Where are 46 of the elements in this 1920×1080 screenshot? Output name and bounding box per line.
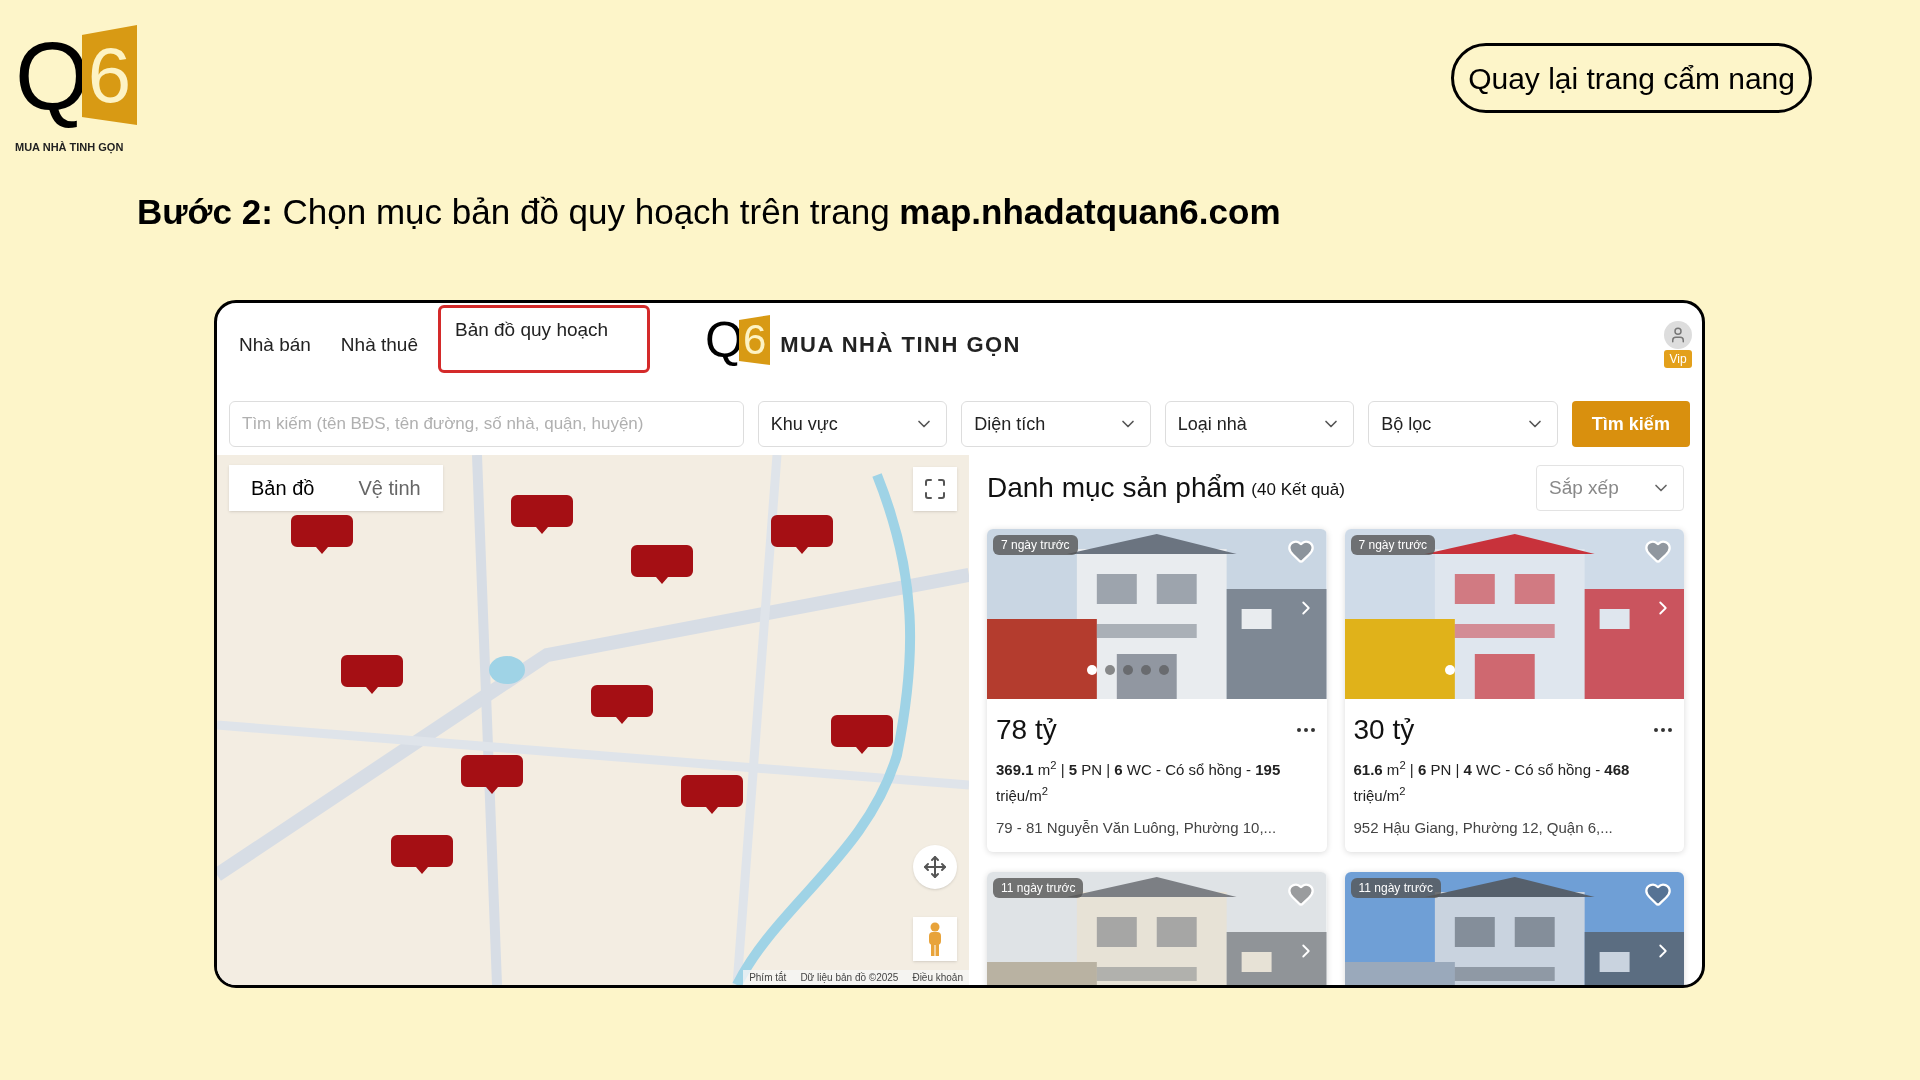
map-footer-link[interactable]: Điều khoản — [912, 970, 963, 985]
nav-tab[interactable]: Bản đồ quy hoạch — [437, 305, 650, 373]
age-badge: 11 ngày trước — [993, 877, 1084, 898]
logo-digit: 6 — [738, 315, 771, 365]
map-type-tab[interactable]: Bản đồ — [229, 465, 337, 511]
filter-dropdown[interactable]: Diện tích — [961, 401, 1151, 447]
age-badge: 7 ngày trước — [1350, 535, 1436, 555]
product-card[interactable]: 7 ngày trước 78 tỷ 369.1 m$^{2}$ | 5 PN | 6 WC - Có sổ hồng - 195 triệu/m$^{2}$ 79 - 81 Nguyễn Văn Luông, Phường 10,... — [987, 529, 1327, 852]
filter-dropdown[interactable]: Khu vực — [757, 401, 948, 447]
address: 952 Hậu Giang, Phường 12, Quận 6,... — [1353, 818, 1614, 838]
logo-tagline: MUA NHÀ TINH GỌN — [780, 330, 1021, 359]
user-icon — [1669, 326, 1687, 344]
fullscreen-icon — [923, 477, 947, 501]
map-type-tab[interactable]: Vệ tinh — [336, 465, 443, 511]
result-count: (40 Kết quả) — [1251, 479, 1345, 502]
section-title: Danh mục sản phẩm — [987, 471, 1246, 505]
product-card[interactable]: 7 ngày trước 30 tỷ 61.6 m$^{2}$ | 6 PN | 4 WC - Có sổ hồng - 468 triệu/m$^{2}$ 952 Hậu Giang, Phường 12, Quận 6,... — [1344, 529, 1684, 852]
map[interactable]: Bản đồ Vệ tinh Phím tắt Dữ liệu bản đồ ©2025 Điều khoản — [217, 455, 969, 985]
search-field[interactable]: Tìm kiếm (tên BĐS, tên đường, số nhà, quận, huyện) — [229, 401, 744, 447]
address: 79 - 81 Nguyễn Văn Luông, Phường 10,... — [996, 818, 1278, 838]
product-card[interactable]: 11 ngày trước — [1344, 871, 1684, 985]
price: 30 tỷ — [1353, 713, 1415, 747]
property-details: 369.1 m$^{2}$ | 5 PN | 6 WC - Có sổ hồng - 195 triệu/m$^{2}$ — [996, 758, 1282, 806]
person-icon — [927, 922, 943, 956]
nav-tab[interactable]: Nhà thuê — [330, 325, 428, 365]
heart-icon[interactable] — [1286, 537, 1315, 565]
logo-tagline: MUA NHÀ TINH GỌN — [15, 140, 124, 156]
price: 78 tỷ — [996, 713, 1057, 747]
property-details: 61.6 m$^{2}$ | 6 PN | 4 WC - Có sổ hồng - 468 triệu/m$^{2}$ — [1353, 758, 1631, 806]
back-button[interactable]: Quay lại trang cẩm nang — [1451, 43, 1812, 113]
filter-dropdown[interactable]: Bộ lọc — [1368, 401, 1558, 447]
instruction-text: Bước 2: Chọn mục bản đồ quy hoạch trên trang map.nhadatquan6.com — [137, 191, 1281, 231]
street-view-button[interactable] — [913, 917, 957, 961]
logo-digit: 6 — [81, 25, 138, 125]
nav-tab[interactable]: Nhà bán — [229, 325, 321, 365]
fullscreen-button[interactable] — [913, 467, 957, 511]
vip-badge: Vip — [1664, 350, 1692, 368]
product-card[interactable]: 11 ngày trước — [987, 871, 1327, 985]
age-badge: 7 ngày trước — [993, 535, 1078, 555]
avatar[interactable] — [1664, 321, 1692, 349]
sort-dropdown[interactable]: Sắp xếp — [1536, 465, 1684, 511]
heart-icon[interactable] — [1644, 537, 1672, 565]
arrows-icon — [923, 855, 947, 879]
filter-dropdown[interactable]: Loại nhà — [1164, 401, 1355, 447]
map-footer-link[interactable]: Phím tắt — [749, 970, 787, 985]
map-footer-link[interactable]: Dữ liệu bản đồ ©2025 — [800, 970, 899, 985]
